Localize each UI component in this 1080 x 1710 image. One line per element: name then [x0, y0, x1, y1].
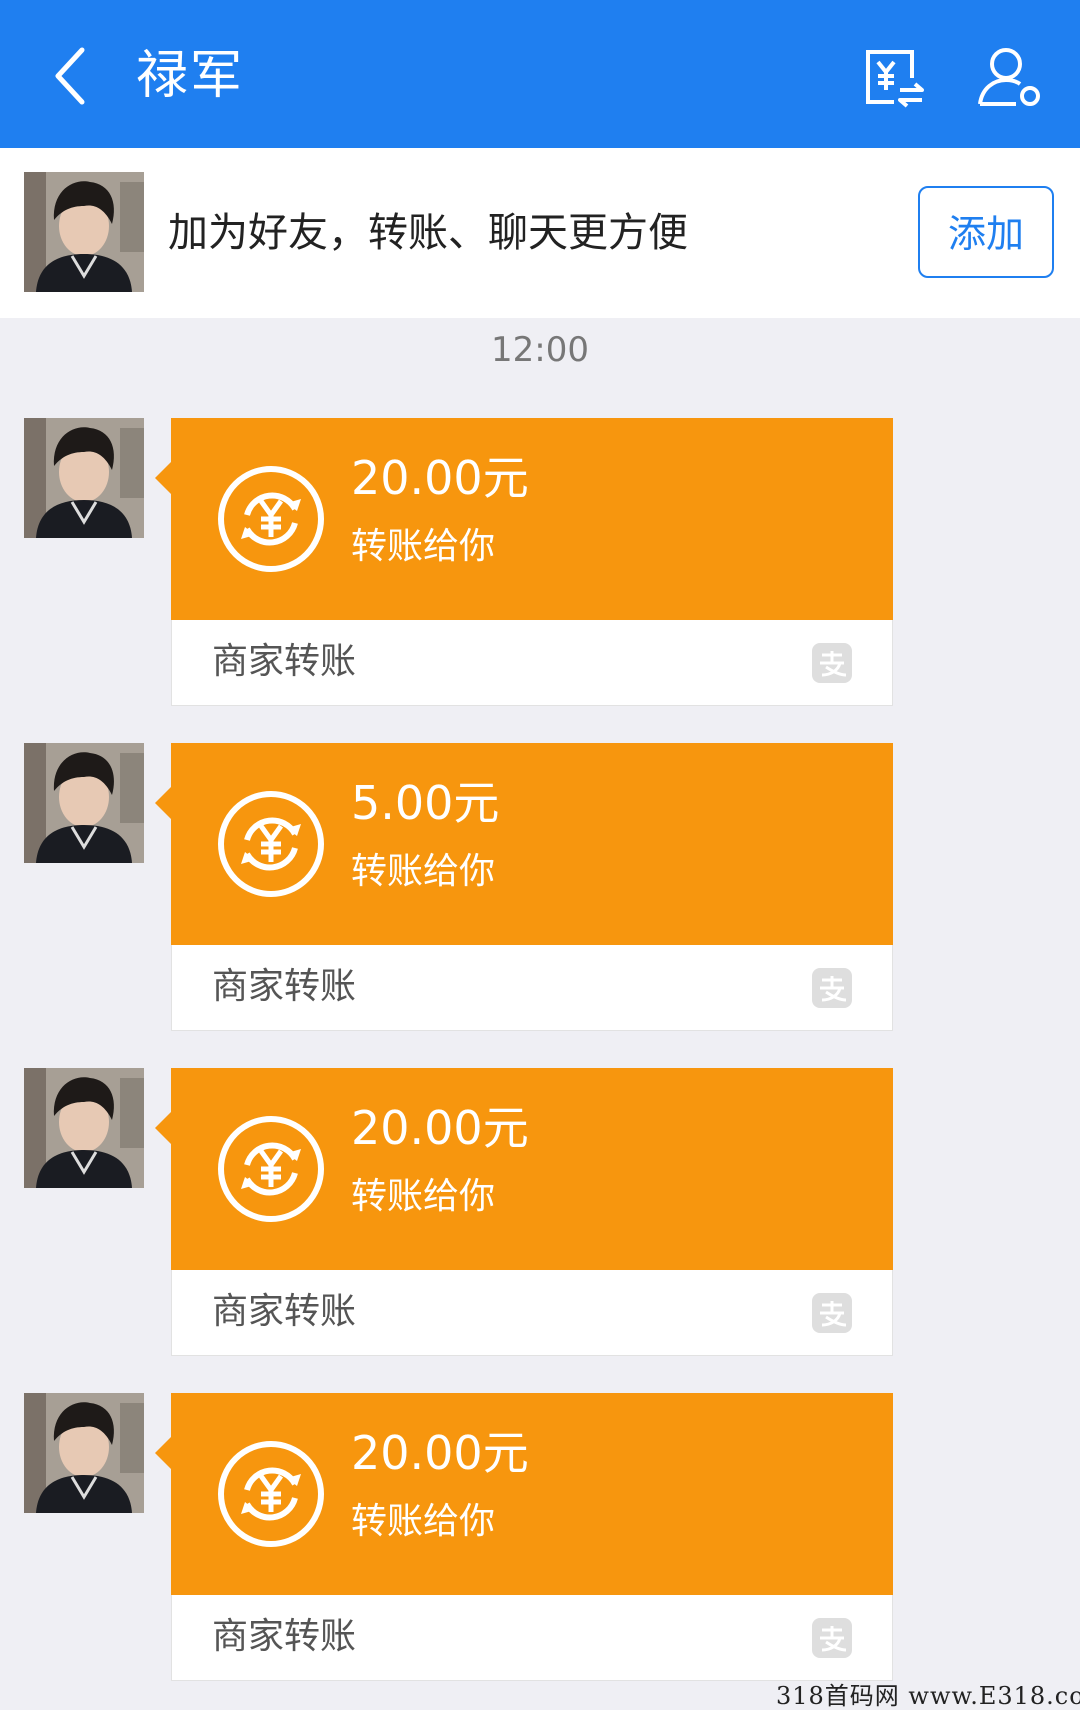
add-friend-button[interactable]: 添加	[918, 186, 1054, 278]
message-timestamp: 12:00	[491, 330, 589, 370]
transfer-card[interactable]: 20.00元 转账给你 商家转账	[155, 1393, 893, 1681]
watermark: 318首码网 www.E318.com	[776, 1682, 1080, 1710]
transfer-amount: 20.00元	[351, 451, 529, 505]
transfer-source: 商家转账	[212, 1616, 357, 1657]
transfer-card-header: 5.00元 转账给你	[155, 743, 893, 945]
app-header: 禄军	[0, 0, 1080, 148]
yuan-transfer-icon	[218, 1116, 324, 1222]
bubble-tail	[155, 1437, 171, 1469]
transfer-message: 20.00元 转账给你 商家转账	[0, 418, 1080, 708]
alipay-icon	[812, 968, 852, 1008]
transfer-amount: 5.00元	[351, 776, 500, 830]
avatar[interactable]	[24, 1393, 144, 1513]
avatar[interactable]	[24, 1068, 144, 1188]
transfer-card-header: 20.00元 转账给你	[155, 418, 893, 620]
transfer-card-header: 20.00元 转账给你	[155, 1068, 893, 1270]
avatar[interactable]	[24, 418, 144, 538]
avatar[interactable]	[24, 743, 144, 863]
alipay-icon	[812, 1618, 852, 1658]
yuan-transfer-icon	[218, 466, 324, 572]
bubble-tail	[155, 1112, 171, 1144]
transfer-message: 20.00元 转账给你 商家转账	[0, 1068, 1080, 1358]
add-friend-bar: 加为好友，转账、聊天更方便 添加	[0, 148, 1080, 318]
transfer-label: 转账给你	[351, 1501, 496, 1542]
yuan-transfer-icon	[218, 791, 324, 897]
transfer-source: 商家转账	[212, 641, 357, 682]
add-friend-text: 加为好友，转账、聊天更方便	[168, 210, 688, 256]
transfer-message: 20.00元 转账给你 商家转账	[0, 1393, 1080, 1683]
transfer-amount: 20.00元	[351, 1426, 529, 1480]
alipay-icon	[812, 1293, 852, 1333]
bubble-tail	[155, 462, 171, 494]
yuan-transfer-icon	[218, 1441, 324, 1547]
transfer-card[interactable]: 20.00元 转账给你 商家转账	[155, 1068, 893, 1356]
yuan-transfer-icon[interactable]	[860, 44, 926, 110]
bubble-tail	[155, 787, 171, 819]
transfer-message: 5.00元 转账给你 商家转账	[0, 743, 1080, 1033]
transfer-source: 商家转账	[212, 1291, 357, 1332]
transfer-label: 转账给你	[351, 851, 496, 892]
transfer-amount: 20.00元	[351, 1101, 529, 1155]
transfer-card[interactable]: 20.00元 转账给你 商家转账	[155, 418, 893, 706]
transfer-card-header: 20.00元 转账给你	[155, 1393, 893, 1595]
user-settings-icon[interactable]	[976, 44, 1044, 110]
avatar[interactable]	[24, 172, 144, 292]
transfer-card[interactable]: 5.00元 转账给你 商家转账	[155, 743, 893, 1031]
page-title: 禄军	[136, 46, 245, 106]
transfer-label: 转账给你	[351, 1176, 496, 1217]
alipay-icon	[812, 643, 852, 683]
chevron-left-icon[interactable]	[46, 42, 98, 110]
transfer-source: 商家转账	[212, 966, 357, 1007]
transfer-label: 转账给你	[351, 526, 496, 567]
